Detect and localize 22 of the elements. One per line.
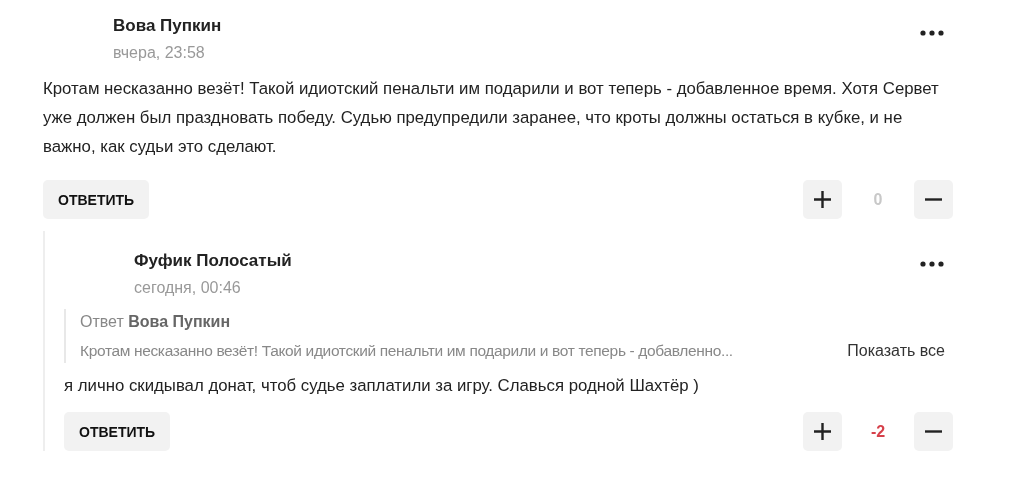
downvote-button[interactable]: [914, 412, 953, 451]
downvote-button[interactable]: [914, 180, 953, 219]
author-name[interactable]: Фуфик Полосатый: [134, 249, 920, 273]
plus-icon: [814, 423, 831, 440]
upvote-button[interactable]: [803, 412, 842, 451]
reply-button[interactable]: ОТВЕТИТЬ: [43, 180, 150, 219]
comment-time: сегодня, 00:46: [134, 278, 242, 298]
minus-icon: [925, 430, 942, 433]
vote-score: -2: [869, 422, 887, 441]
comment-text: Кротам несказанно везёт! Такой идиотский пенальти им подарили и вот теперь - добавленное время. Хотя Сервет уже должен был праздновать победу. Судью предупредили заранее, что кроты должны остаться в кубке, и не важно, как судьи это сделают.: [43, 78, 940, 158]
author-name[interactable]: Вова Пупкин: [113, 14, 920, 38]
quote-header: Ответ Вова Пупкин: [80, 312, 232, 332]
more-options-icon[interactable]: [920, 261, 944, 267]
upvote-button[interactable]: [803, 180, 842, 219]
reply-button[interactable]: ОТВЕТИТЬ: [64, 412, 171, 451]
comment-text: я лично скидывал донат, чтоб судье заплатили за игру. Славься родной Шахтёр ): [64, 375, 700, 397]
quote-text: Кротам несказанно везёт! Такой идиотский пенальти им подарили и вот теперь - добавленно...: [80, 341, 734, 361]
show-all-link[interactable]: Показать все: [827, 342, 953, 360]
plus-icon: [814, 191, 831, 208]
minus-icon: [925, 198, 942, 201]
comment-time: вчера, 23:58: [113, 43, 206, 63]
more-options-icon[interactable]: [920, 30, 944, 36]
